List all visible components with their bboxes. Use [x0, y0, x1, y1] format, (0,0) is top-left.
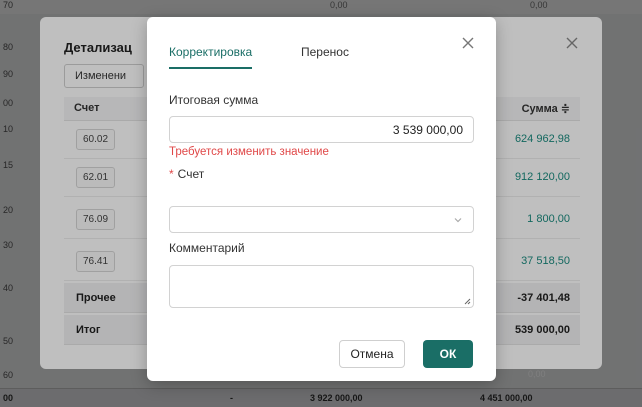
- comment-textarea[interactable]: [169, 265, 474, 308]
- error-message: Требуется изменить значение: [169, 146, 329, 158]
- ok-button[interactable]: ОК: [423, 340, 473, 368]
- amount-input[interactable]: [169, 116, 474, 143]
- tab-transfer[interactable]: Перенос: [301, 45, 349, 67]
- close-icon[interactable]: [460, 35, 476, 51]
- amount-label: Итоговая сумма: [169, 93, 259, 107]
- adjustment-dialog: Корректировка Перенос Итоговая сумма Тре…: [147, 17, 496, 381]
- account-select[interactable]: [169, 206, 474, 233]
- resize-grip-icon[interactable]: [464, 298, 471, 305]
- required-mark: *: [169, 167, 174, 181]
- account-label: Счет: [177, 167, 205, 181]
- tab-adjustment[interactable]: Корректировка: [169, 45, 253, 69]
- comment-label: Комментарий: [169, 241, 245, 255]
- account-label-wrap: * Счет: [169, 167, 204, 181]
- chevron-down-icon[interactable]: [453, 215, 463, 225]
- cancel-button[interactable]: Отмена: [339, 340, 405, 368]
